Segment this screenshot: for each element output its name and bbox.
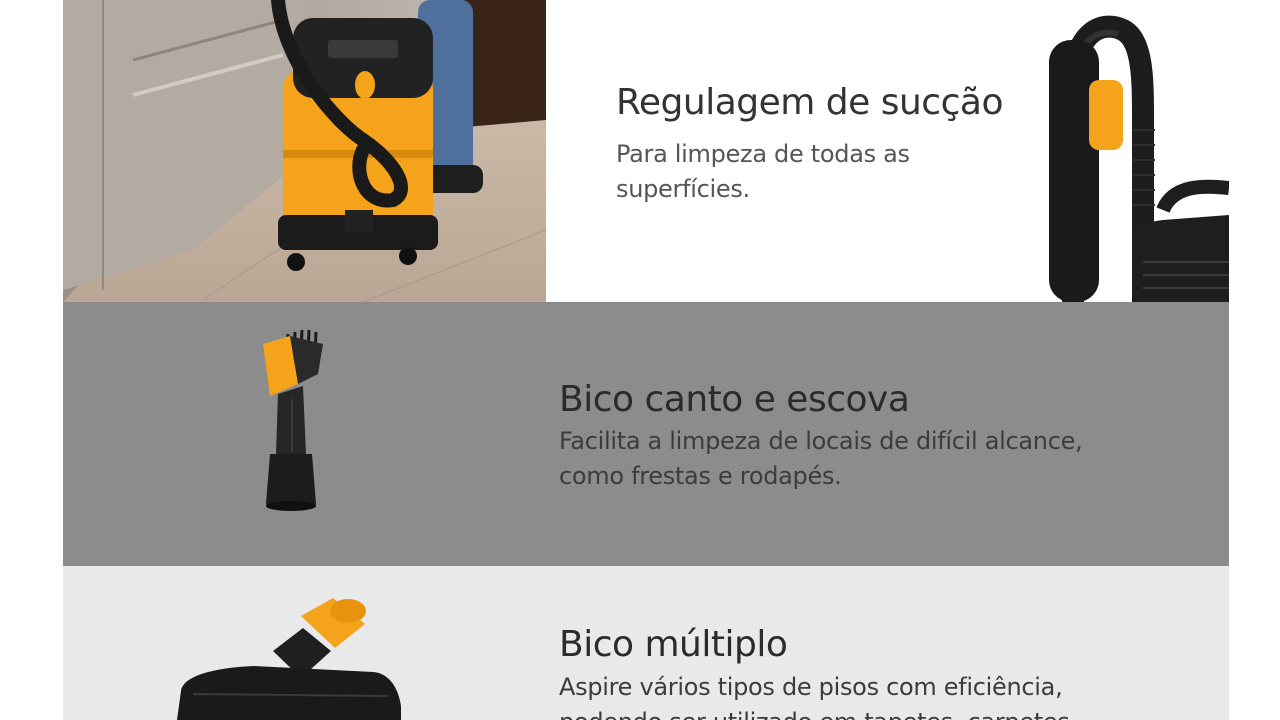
vacuum-cleaner-photo bbox=[63, 0, 546, 302]
feature-title: Regulagem de sucção bbox=[616, 82, 1003, 123]
feature-multi-nozzle: Bico múltiplo Aspire vários tipos de pis… bbox=[63, 566, 1229, 720]
feature-corner-brush: Bico canto e escova Facilita a limpeza d… bbox=[63, 302, 1229, 566]
hose-suction-control-image bbox=[1049, 15, 1229, 302]
feature-title: Bico múltiplo bbox=[559, 624, 788, 665]
feature-title: Bico canto e escova bbox=[559, 379, 910, 420]
feature-description: Facilita a limpeza de locais de difícil … bbox=[559, 427, 1083, 490]
corner-brush-nozzle-image bbox=[263, 329, 323, 511]
feature-description: Aspire vários tipos de pisos com eficiên… bbox=[559, 673, 1070, 720]
multi-floor-nozzle-image bbox=[177, 598, 401, 720]
product-features-page: Regulagem de sucção Para limpeza de toda… bbox=[0, 0, 1280, 720]
feature-suction-control: Regulagem de sucção Para limpeza de toda… bbox=[63, 0, 1229, 302]
feature-description: Para limpeza de todas as superfícies. bbox=[616, 140, 910, 203]
